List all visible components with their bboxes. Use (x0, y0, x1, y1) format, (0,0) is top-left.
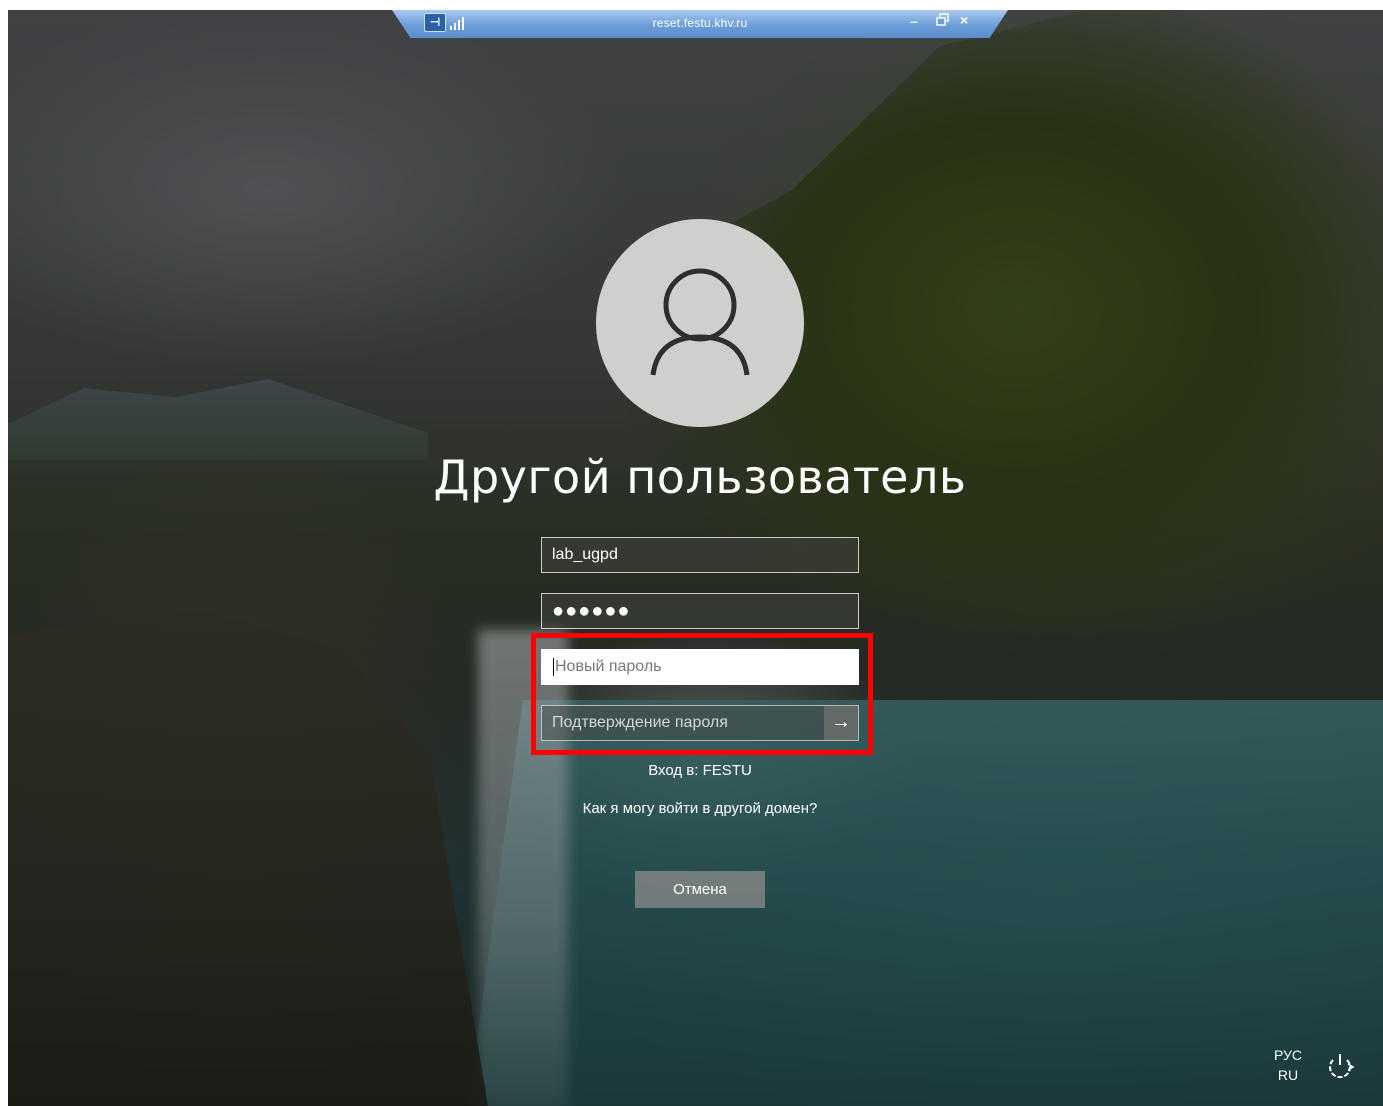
username-input[interactable]: lab_ugpd (541, 537, 859, 573)
cancel-button[interactable]: Отмена (635, 871, 765, 908)
minimize-button[interactable]: – (910, 13, 918, 29)
restore-icon[interactable] (936, 13, 950, 27)
close-button[interactable]: × (960, 12, 968, 28)
password-input[interactable]: ●●●●●● (541, 593, 859, 629)
user-avatar (596, 219, 804, 427)
user-display-name: Другой пользователь (433, 450, 967, 504)
power-icon[interactable] (1322, 1048, 1358, 1084)
language-line-1: РУС (1273, 1047, 1303, 1063)
remote-desktop-bar: ⊣ reset.festu.khv.ru – × (392, 10, 1008, 38)
language-indicator[interactable]: РУС RU (1266, 1045, 1310, 1085)
other-domain-link[interactable]: Как я могу войти в другой домен? (450, 800, 950, 817)
user-icon (650, 268, 750, 376)
highlight-box (531, 633, 873, 755)
language-line-2: RU (1277, 1067, 1299, 1083)
sign-in-domain: Вход в: FESTU (648, 762, 752, 779)
